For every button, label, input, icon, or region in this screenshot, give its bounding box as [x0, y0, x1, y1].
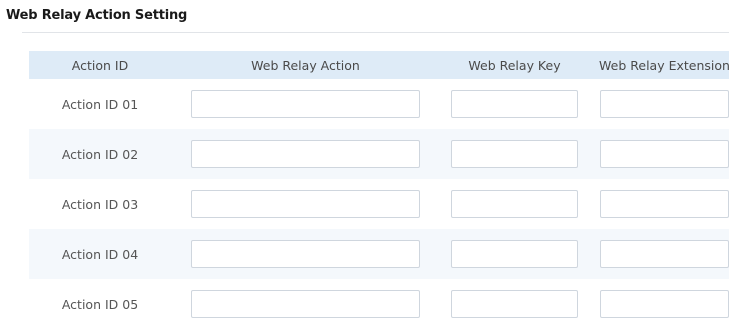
- web-relay-key-input[interactable]: [451, 140, 578, 168]
- column-header-web-relay-key: Web Relay Key: [468, 57, 561, 73]
- web-relay-key-input[interactable]: [451, 290, 578, 318]
- web-relay-action-input[interactable]: [191, 90, 420, 118]
- web-relay-extension-input[interactable]: [600, 240, 729, 268]
- web-relay-action-input[interactable]: [191, 140, 420, 168]
- column-header-action-id: Action ID: [71, 57, 129, 73]
- table-row: Action ID 01: [29, 79, 729, 129]
- section-divider: [22, 32, 729, 33]
- web-relay-action-table: Action ID Web Relay Action Web Relay Key…: [29, 51, 729, 329]
- section-title: Web Relay Action Setting: [6, 8, 188, 23]
- web-relay-extension-input[interactable]: [600, 190, 729, 218]
- web-relay-extension-input[interactable]: [600, 290, 729, 318]
- action-id-label: Action ID 02: [61, 146, 139, 162]
- web-relay-action-input[interactable]: [191, 290, 420, 318]
- column-header-web-relay-action: Web Relay Action: [251, 57, 360, 73]
- action-id-label: Action ID 05: [61, 296, 139, 312]
- action-id-label: Action ID 04: [61, 246, 139, 262]
- action-id-label: Action ID 03: [61, 196, 139, 212]
- web-relay-extension-input[interactable]: [600, 140, 729, 168]
- table-header-row: Action ID Web Relay Action Web Relay Key…: [29, 51, 729, 79]
- web-relay-action-input[interactable]: [191, 190, 420, 218]
- web-relay-key-input[interactable]: [451, 190, 578, 218]
- table-row: Action ID 05: [29, 279, 729, 329]
- web-relay-action-input[interactable]: [191, 240, 420, 268]
- web-relay-extension-input[interactable]: [600, 90, 729, 118]
- action-id-label: Action ID 01: [61, 96, 139, 112]
- table-row: Action ID 04: [29, 229, 729, 279]
- column-header-web-relay-extension: Web Relay Extension: [599, 57, 729, 73]
- table-row: Action ID 03: [29, 179, 729, 229]
- web-relay-key-input[interactable]: [451, 240, 578, 268]
- table-row: Action ID 02: [29, 129, 729, 179]
- web-relay-key-input[interactable]: [451, 90, 578, 118]
